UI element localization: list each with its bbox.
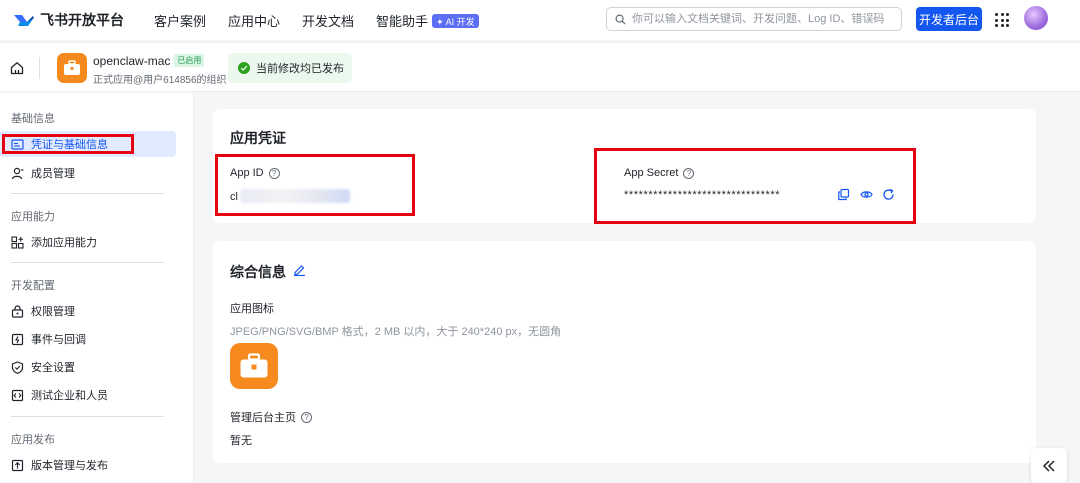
sidebar-item-label: 权限管理 [31,306,75,318]
feishu-logo[interactable]: 飞书开放平台 [12,10,124,30]
collapse-panel-button[interactable] [1031,448,1067,483]
admin-homepage-label-text: 管理后台主页 [230,412,296,424]
status-badge: 已启用 [174,54,205,67]
nav-app-center[interactable]: 应用中心 [228,11,280,30]
highlight-box-app-id [215,154,415,216]
highlight-box-app-secret [594,148,916,224]
admin-homepage-label: 管理后台主页 ? [230,409,312,425]
sidebar-item-members[interactable]: 成员管理 [0,160,176,186]
developer-console-button[interactable]: 开发者后台 [916,7,982,31]
upload-icon [11,459,24,471]
sidebar-group-capabilities: 应用能力 [11,211,55,223]
admin-homepage-value: 暂无 [230,435,252,447]
app-name: openclaw-mac 已启用 [93,54,205,68]
check-circle-icon [238,62,250,74]
code-icon [11,389,24,401]
user-avatar[interactable] [1024,6,1048,30]
help-icon[interactable]: ? [301,411,312,423]
publish-status-text: 当前修改均已发布 [256,63,344,75]
sidebar-item-label: 安全设置 [31,362,75,374]
credentials-title: 应用凭证 [230,130,286,146]
add-capability-icon [11,235,24,249]
sidebar: 基础信息 凭证与基础信息 成员管理 应用能力 添加应用能力 开发配置 权限管理 … [0,93,194,483]
publish-status-banner: 当前修改均已发布 [228,53,352,83]
search-box[interactable] [606,7,902,31]
nav-smart-assistant[interactable]: 智能助手 ✦ AI 开发 [376,11,479,30]
user-icon [11,167,24,179]
search-input[interactable] [632,13,892,25]
nav-dev-docs[interactable]: 开发文档 [302,11,354,30]
sidebar-item-label: 事件与回调 [31,334,86,346]
briefcase-icon [240,353,268,378]
sidebar-divider [11,262,164,263]
app-icon [57,53,87,83]
app-icon-requirements: JPEG/PNG/SVG/BMP 格式，2 MB 以内，大于 240*240 p… [230,326,562,338]
event-icon [11,333,24,345]
sidebar-group-basic-info: 基础信息 [11,113,55,125]
nav-customer-cases[interactable]: 客户案例 [154,11,206,30]
sidebar-divider [11,416,164,417]
sidebar-item-label: 版本管理与发布 [31,460,108,472]
app-subtitle: 正式应用@用户614856的组织 [93,75,227,86]
divider [39,57,40,79]
sidebar-divider [11,193,164,194]
app-name-text: openclaw-mac [93,54,171,68]
edit-icon[interactable] [293,263,306,276]
app-header: openclaw-mac 已启用 正式应用@用户614856的组织 当前修改均已发… [0,42,1080,92]
double-chevron-left-icon [1042,460,1055,472]
general-info-card: 综合信息 应用图标 JPEG/PNG/SVG/BMP 格式，2 MB 以内，大于… [213,241,1036,463]
sidebar-item-test-enterprise[interactable]: 测试企业和人员 [0,382,176,408]
apps-grid-icon[interactable] [995,13,1009,27]
search-icon [615,14,626,25]
feishu-logo-icon [14,15,34,26]
sidebar-item-label: 添加应用能力 [31,237,97,249]
sidebar-item-label: 成员管理 [31,168,75,180]
sidebar-item-versions[interactable]: 版本管理与发布 [0,452,176,478]
app-icon-label: 应用图标 [230,303,274,315]
ai-dev-badge: ✦ AI 开发 [432,14,479,28]
lock-icon [11,304,24,318]
home-icon[interactable] [10,61,24,75]
sidebar-item-permissions[interactable]: 权限管理 [0,298,176,324]
app-icon-preview[interactable] [230,343,278,389]
sidebar-item-label: 测试企业和人员 [31,390,108,402]
sidebar-item-security[interactable]: 安全设置 [0,354,176,380]
general-info-title: 综合信息 [230,264,286,280]
top-nav: 飞书开放平台 客户案例 应用中心 开发文档 智能助手✦ AI 开发 开发者后台 [0,0,1080,40]
sidebar-group-dev-config: 开发配置 [11,280,55,292]
briefcase-icon [64,60,80,75]
highlight-box-credentials [2,134,134,154]
sidebar-item-events[interactable]: 事件与回调 [0,326,176,352]
sidebar-group-publish: 应用发布 [11,434,55,446]
shield-icon [11,360,24,374]
sidebar-item-add-capability[interactable]: 添加应用能力 [0,229,176,255]
nav-smart-assistant-label: 智能助手 [376,13,429,29]
site-title: 飞书开放平台 [40,12,124,28]
